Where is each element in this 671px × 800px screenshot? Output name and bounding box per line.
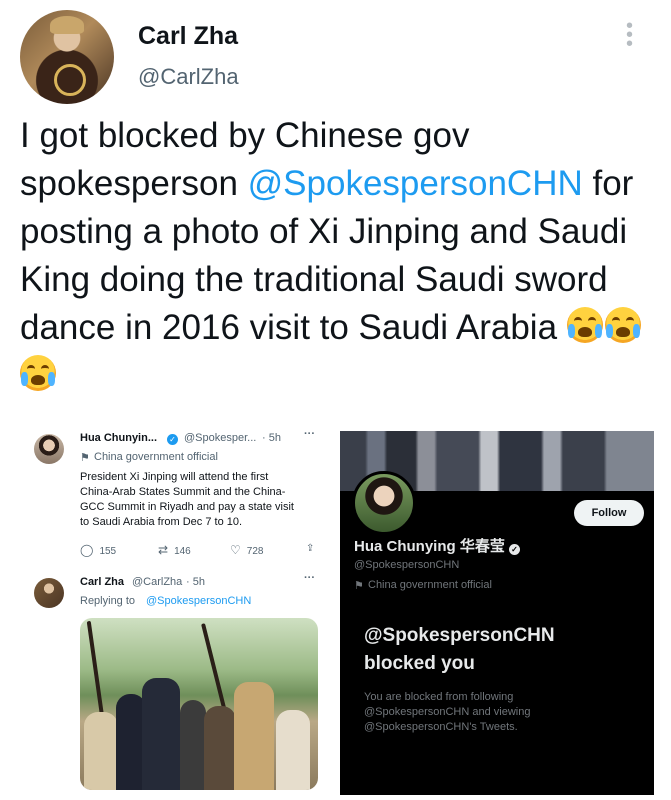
blocked-title-line1: @SpokespersonCHN: [364, 625, 555, 646]
flag-icon: ⚑: [80, 452, 90, 464]
follow-button[interactable]: Follow: [574, 500, 644, 526]
reply-time: · 5h: [186, 576, 205, 588]
reply-author-name[interactable]: Carl Zha: [80, 576, 124, 588]
body-line: President Xi Jinping will attend the fir…: [80, 471, 269, 483]
loudly-crying-face-icon: [604, 307, 641, 343]
blocked-profile-panel: Follow Hua Chunying 华春莹 ✓ @SpokespersonC…: [340, 431, 654, 795]
reply-more-icon[interactable]: ···: [304, 572, 315, 584]
embedded-author-handle[interactable]: @Spokesper...: [184, 432, 256, 444]
share-icon[interactable]: ⇪: [306, 543, 314, 554]
tweet-text: I got blocked by Chinese gov spokesperso…: [20, 112, 660, 400]
loudly-crying-face-icon: [566, 307, 603, 343]
loudly-crying-face-icon: [20, 355, 56, 391]
like-button[interactable]: ♡ 728: [230, 543, 263, 557]
mention-link[interactable]: @SpokespersonCHN: [248, 164, 583, 203]
retweet-icon: ⇄: [158, 543, 169, 557]
more-options-icon[interactable]: • • •: [626, 16, 633, 54]
blocked-title-line2: blocked you: [364, 653, 475, 674]
reply-author-handle[interactable]: @CarlZha: [132, 576, 182, 588]
profile-handle: @SpokespersonCHN: [354, 559, 460, 571]
author-handle[interactable]: @CarlZha: [138, 64, 239, 90]
profile-name: Hua Chunying 华春莹 ✓: [354, 535, 520, 556]
verified-badge-icon: ✓: [509, 544, 520, 555]
heart-icon: ♡: [230, 543, 241, 557]
embedded-tweet-body: President Xi Jinping will attend the fir…: [80, 470, 330, 530]
embedded-time: · 5h: [262, 432, 281, 444]
sword-dance-photo[interactable]: [80, 618, 318, 790]
tweet-more-icon[interactable]: ···: [304, 428, 315, 440]
person: [276, 710, 310, 790]
author-name[interactable]: Carl Zha: [138, 22, 238, 51]
person: [204, 706, 236, 790]
carl-avatar[interactable]: [34, 578, 64, 608]
reply-icon: ◯: [80, 543, 94, 557]
hua-avatar[interactable]: [34, 434, 64, 464]
profile-name-text: Hua Chunying 华春莹: [354, 538, 505, 555]
person: [84, 712, 118, 790]
retweet-button[interactable]: ⇄ 146: [158, 543, 191, 557]
avatar-chain: [54, 64, 86, 96]
body-line: China-Arab States Summit and the China-: [80, 486, 286, 498]
profile-avatar[interactable]: [352, 471, 416, 535]
author-avatar[interactable]: [20, 10, 114, 104]
replying-to-link[interactable]: @SpokespersonCHN: [146, 595, 251, 607]
body-line: GCC Summit in Riyadh and pay a state vis…: [80, 501, 294, 513]
embedded-author-name[interactable]: Hua Chunyin...: [80, 432, 157, 444]
body-line: to Saudi Arabia from Dec 7 to 10.: [80, 516, 243, 528]
avatar-hat: [50, 16, 84, 34]
reply-button[interactable]: ◯ 155: [80, 543, 116, 557]
person: [234, 682, 274, 790]
replying-prefix: Replying to: [80, 595, 136, 607]
gov-label: China government official: [94, 451, 218, 463]
verified-badge-icon: ✓: [167, 432, 178, 445]
blocked-desc-line: @SpokespersonCHN and viewing: [364, 706, 531, 718]
person: [180, 700, 206, 790]
profile-gov-label: China government official: [368, 579, 492, 591]
reply-count: 155: [99, 546, 117, 557]
retweet-count: 146: [174, 546, 191, 557]
person: [142, 678, 180, 790]
profile-flag-icon: ⚑: [354, 580, 364, 592]
blocked-desc-line: You are blocked from following: [364, 691, 514, 703]
blocked-desc-line: @SpokespersonCHN's Tweets.: [364, 721, 518, 733]
like-count: 728: [246, 546, 264, 557]
